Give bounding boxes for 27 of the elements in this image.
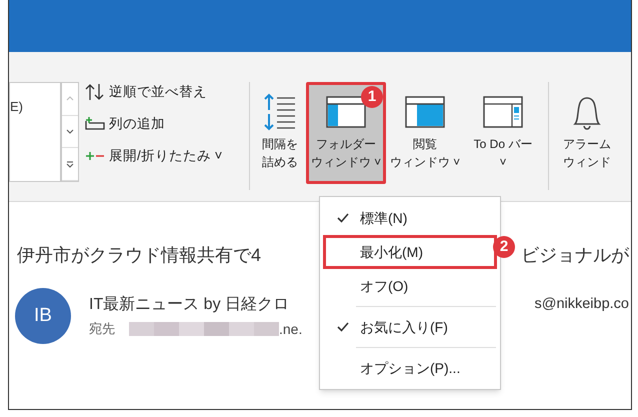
ribbon-button[interactable]: アラーム ウィンド	[557, 82, 617, 184]
menu-item[interactable]: オフ(O)	[323, 269, 497, 303]
command-label[interactable]: 展開/折りたたみ ˅	[109, 146, 222, 166]
add-column-icon	[85, 116, 105, 132]
sender-name: IT最新ニュース by 日経クロ	[89, 294, 290, 314]
subject-text: ビジョナルが	[521, 244, 629, 266]
sender-email: s@nikkeibp.co	[534, 294, 629, 314]
recipient-address: .ne.	[279, 320, 302, 338]
recipient-label: 宛先	[89, 320, 115, 338]
sort-icon	[85, 83, 105, 101]
list-box[interactable]: E)	[9, 82, 61, 182]
menu-item[interactable]: 最小化(M)	[323, 235, 497, 269]
spacing-icon	[263, 91, 297, 133]
subject-text: 伊丹市がクラウド情報共有で4	[17, 244, 262, 266]
menu-item[interactable]: お気に入り(F)	[323, 310, 497, 344]
ribbon-button[interactable]: To Do バー ˅	[464, 82, 542, 184]
avatar: IB	[15, 288, 71, 344]
callout-badge: 2	[493, 236, 515, 258]
check-icon	[337, 213, 349, 223]
check-icon	[337, 322, 349, 332]
command-label[interactable]: 列の追加	[109, 114, 165, 134]
ribbon-button[interactable]: 間隔を 詰める	[254, 82, 306, 184]
menu-item[interactable]: オプション(P)...	[323, 351, 497, 385]
plus-minus-icon	[85, 151, 105, 161]
ribbon-button[interactable]: 閲覧 ウィンドウ ˅	[386, 82, 464, 184]
menu-item[interactable]: 標準(N)	[323, 201, 497, 235]
command-label[interactable]: 逆順で並べ替え	[109, 82, 207, 102]
